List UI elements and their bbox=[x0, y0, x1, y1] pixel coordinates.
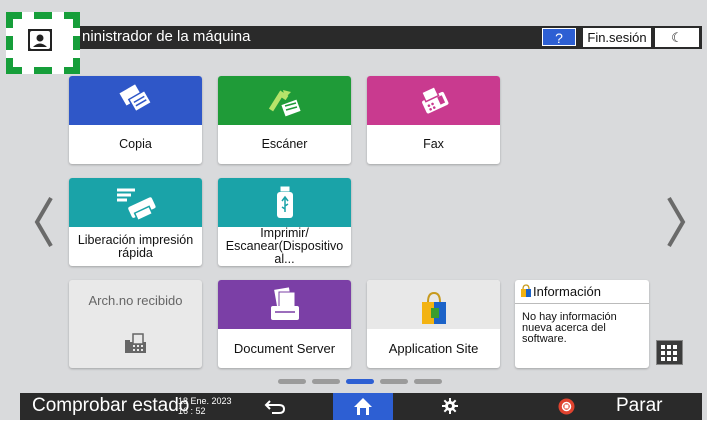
app-tile-label: Imprimir/ Escanear(Dispositivo al... bbox=[225, 226, 344, 266]
moon-icon: ☾ bbox=[671, 30, 683, 45]
logout-button[interactable]: Fin.sesión bbox=[583, 28, 651, 47]
highlight-corner bbox=[73, 12, 80, 28]
back-arrow-icon bbox=[264, 400, 286, 414]
user-badge[interactable] bbox=[6, 12, 80, 74]
app-tile-label: Document Server bbox=[233, 341, 336, 356]
app-tile-quick-print-release[interactable]: Liberación impresión rápida bbox=[69, 178, 202, 266]
document-server-icon bbox=[267, 286, 303, 329]
home-button[interactable] bbox=[333, 393, 393, 420]
sleep-button[interactable]: ☾ bbox=[655, 28, 699, 47]
highlight-edge bbox=[34, 12, 52, 19]
information-widget[interactable]: Información No hay información nueva ace… bbox=[515, 280, 649, 368]
check-status-button[interactable]: Comprobar estado bbox=[32, 395, 189, 417]
highlight-corner bbox=[73, 58, 80, 74]
shopping-bag-icon bbox=[416, 290, 452, 333]
settings-button[interactable] bbox=[442, 398, 458, 419]
top-bar: ninistrador de la máquina ? Fin.sesión ☾ bbox=[20, 26, 702, 49]
highlight-edge bbox=[6, 36, 13, 50]
highlight-corner bbox=[6, 12, 13, 28]
time-label: 16 : 52 bbox=[178, 406, 206, 416]
highlight-corner bbox=[6, 67, 22, 74]
app-tile-label: Copia bbox=[119, 137, 152, 151]
information-bag-icon bbox=[520, 284, 532, 303]
information-title: Información bbox=[533, 284, 601, 299]
app-tile-scanner[interactable]: Escáner bbox=[218, 76, 351, 164]
user-icon bbox=[28, 29, 52, 51]
app-list-button[interactable] bbox=[656, 340, 683, 365]
stop-button[interactable]: Parar bbox=[616, 395, 662, 417]
scanner-icon bbox=[265, 82, 305, 125]
stop-icon[interactable] bbox=[558, 398, 575, 420]
usb-icon bbox=[273, 184, 297, 227]
app-tile-unreceived-file[interactable]: Arch.no recibido bbox=[69, 280, 202, 368]
app-tile-application-site[interactable]: Application Site bbox=[367, 280, 500, 368]
fax-document-icon bbox=[125, 332, 147, 361]
help-button[interactable]: ? bbox=[542, 28, 576, 46]
grid-icon bbox=[661, 345, 677, 361]
quick-print-icon bbox=[113, 184, 159, 227]
app-tile-document-server[interactable]: Document Server bbox=[218, 280, 351, 368]
screen-margin bbox=[0, 420, 707, 431]
back-button[interactable] bbox=[264, 398, 286, 420]
page-dot-active[interactable] bbox=[346, 379, 374, 384]
date-time: 18 Ene. 2023 16 : 52 bbox=[178, 396, 232, 416]
copy-icon bbox=[116, 82, 156, 123]
app-tile-print-scan-device[interactable]: Imprimir/ Escanear(Dispositivo al... bbox=[218, 178, 351, 266]
gear-icon bbox=[442, 398, 458, 414]
app-tile-label: Application Site bbox=[388, 341, 479, 356]
divider bbox=[515, 303, 649, 304]
next-page-arrow[interactable] bbox=[665, 196, 687, 248]
page-dot[interactable] bbox=[312, 379, 340, 384]
page-dot[interactable] bbox=[414, 379, 442, 384]
page-dot[interactable] bbox=[380, 379, 408, 384]
app-tile-copy[interactable]: Copia bbox=[69, 76, 202, 164]
app-tile-label: Arch.no recibido bbox=[88, 292, 183, 308]
previous-page-arrow[interactable] bbox=[33, 196, 55, 248]
user-name-title: ninistrador de la máquina bbox=[82, 28, 251, 45]
highlight-edge bbox=[73, 36, 80, 50]
page-dot[interactable] bbox=[278, 379, 306, 384]
fax-icon bbox=[414, 82, 454, 123]
home-icon bbox=[354, 398, 372, 415]
highlight-edge bbox=[34, 67, 52, 74]
bottom-bar: Comprobar estado 18 Ene. 2023 16 : 52 Pa… bbox=[20, 393, 702, 420]
app-tile-label: Fax bbox=[423, 137, 444, 151]
information-message: No hay información nueva acerca del soft… bbox=[522, 311, 617, 345]
app-tile-label: Liberación impresión rápida bbox=[77, 232, 194, 260]
date-label: 18 Ene. 2023 bbox=[178, 396, 232, 406]
app-tile-label: Escáner bbox=[261, 137, 308, 151]
app-tile-fax[interactable]: Fax bbox=[367, 76, 500, 164]
